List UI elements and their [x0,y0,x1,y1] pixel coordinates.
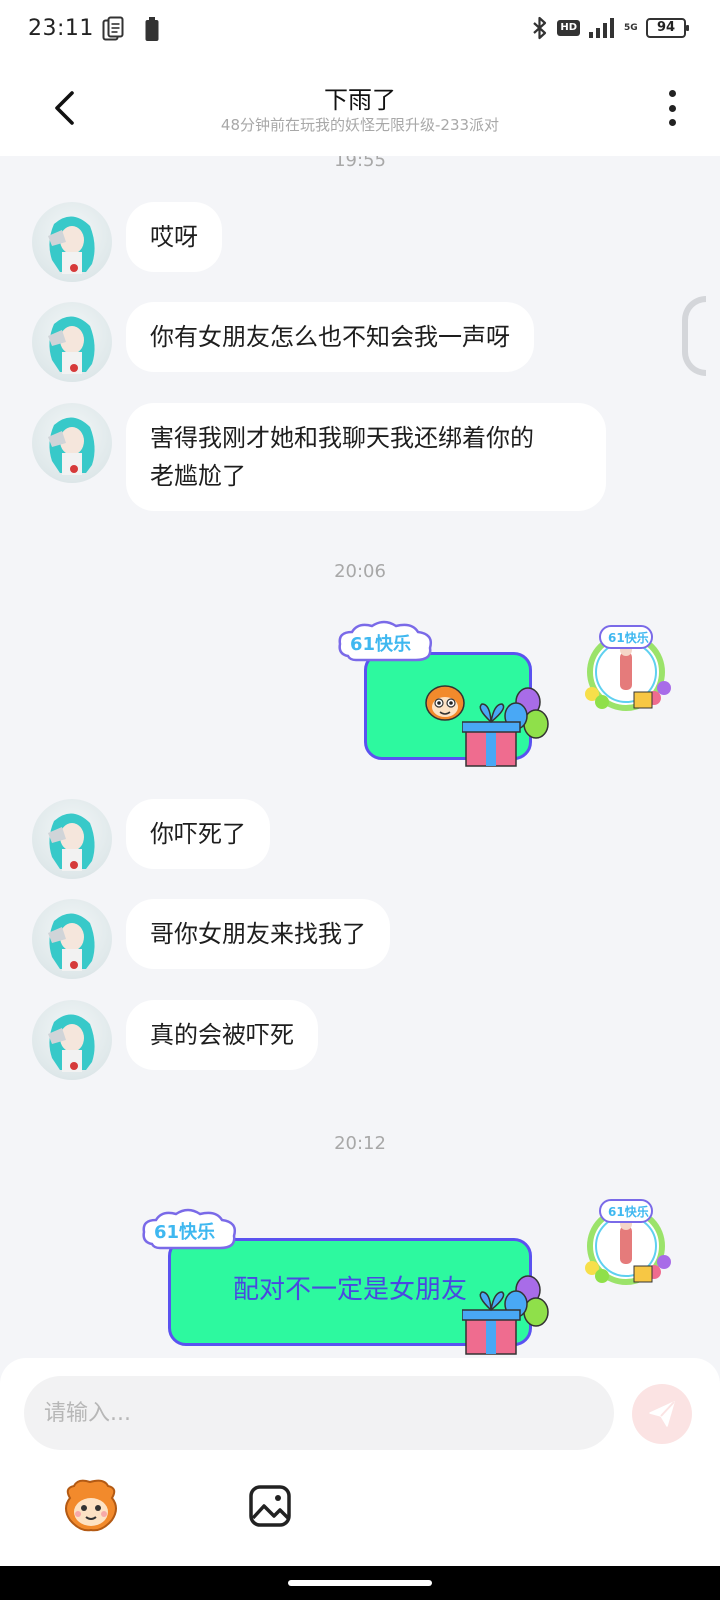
contact-activity: 48分钟前在玩我的妖怪无限升级-233派对 [220,116,500,134]
message-bubble[interactable]: 你吓死了 [126,799,270,869]
message-bubble[interactable]: 害得我刚才她和我聊天我还绑着你的 老尴尬了 [126,403,606,511]
timestamp: 20:06 [334,561,386,582]
emoji-button[interactable] [60,1478,122,1534]
image-button[interactable] [248,1484,292,1528]
gift-balloons-icon [462,1275,549,1355]
bluetooth-icon [533,16,547,40]
contact-name: 下雨了 [324,86,396,114]
contact-avatar[interactable] [32,1000,112,1080]
more-button[interactable] [660,86,684,130]
message-bubble[interactable]: 你有女朋友怎么也不知会我一声呀 [126,302,534,372]
chat-header: 下雨了 48分钟前在玩我的妖怪无限升级-233派对 [0,60,720,156]
contact-avatar[interactable] [32,403,112,483]
message-bubble[interactable]: 哥你女朋友来找我了 [126,899,390,969]
scrollbar-handle[interactable] [682,296,706,376]
avatar-character-icon [48,813,95,871]
avatar-character-icon [48,1014,95,1072]
monkey-sticker-icon [425,685,465,721]
frame-badge-text: 61快乐 [608,630,649,645]
image-icon [249,1485,291,1527]
input-panel [0,1358,720,1566]
clipboard-icon [102,16,124,41]
status-bar: 23:11 HD 5G 94 [0,0,720,60]
message-bubble[interactable]: 真的会被吓死 [126,1000,318,1070]
message-input[interactable] [24,1376,614,1450]
frame-badge-text: 61快乐 [608,1204,649,1219]
home-indicator[interactable] [288,1580,432,1586]
avatar-character-icon [48,316,95,374]
avatar-character-icon [48,913,95,971]
my-avatar[interactable]: 61快乐 [580,622,672,714]
emoji-icon [65,1479,117,1532]
message-list[interactable]: 19:55 哎呀 你有女朋友怎么也不知会我一声呀 害得我刚才她和我聊天我还绑着你… [0,156,720,1358]
badge-61: 61快乐 [336,618,436,668]
message-bubble[interactable]: 哎呀 [126,202,222,272]
system-nav-bar [0,1566,720,1600]
contact-avatar[interactable] [32,799,112,879]
gift-balloons-icon [462,687,549,767]
status-icons: HD 5G 94 [531,16,689,40]
send-button[interactable] [632,1384,692,1444]
signal-icon [589,18,614,38]
badge-61: 61快乐 [140,1206,240,1256]
avatar-character-icon [48,417,95,475]
contact-avatar[interactable] [32,899,112,979]
battery-indicator: 94 [646,18,689,38]
timestamp: 19:55 [334,156,386,171]
avatar-character-icon [48,216,95,274]
contact-avatar[interactable] [32,202,112,282]
hd-badge: HD [557,20,580,36]
avatar-frame-icon: 61快乐 [585,625,671,711]
avatar-frame-icon: 61快乐 [585,1199,671,1285]
timestamp: 20:12 [334,1133,386,1154]
send-icon [649,1401,675,1427]
badge-text: 61快乐 [350,634,412,655]
network-type: 5G [624,22,638,33]
badge-text: 61快乐 [154,1222,216,1243]
status-time: 23:11 [28,16,94,41]
my-avatar[interactable]: 61快乐 [580,1196,672,1288]
more-icon [668,90,676,97]
contact-avatar[interactable] [32,302,112,382]
battery-saver-icon [145,17,159,41]
